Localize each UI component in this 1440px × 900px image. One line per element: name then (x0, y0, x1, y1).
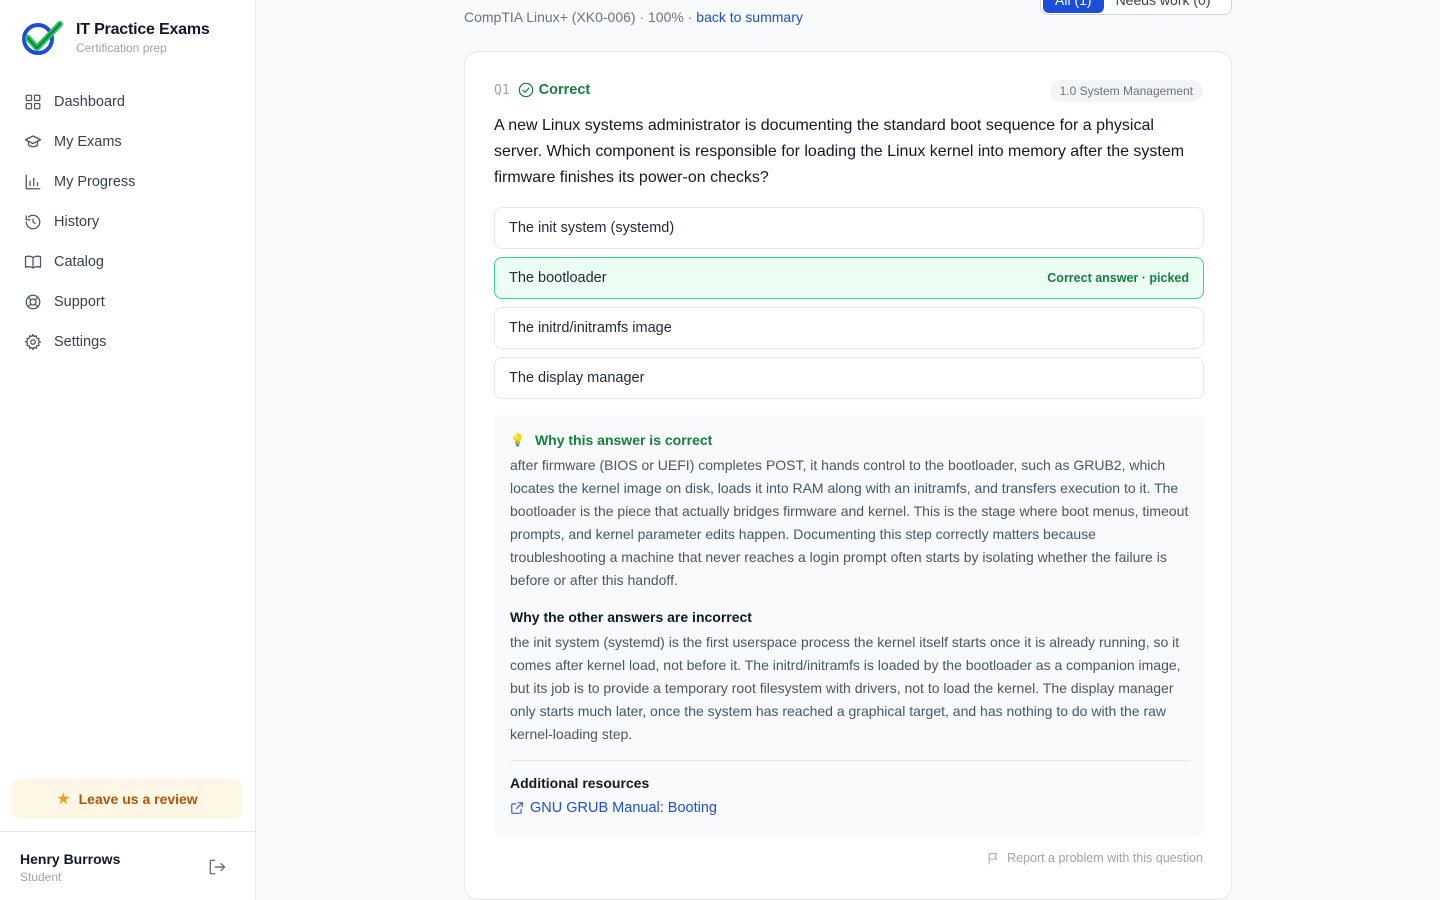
external-link-icon (511, 802, 523, 814)
correct-explanation-heading: 💡 Why this answer is correct (510, 432, 712, 448)
correct-explanation-text: after firmware (BIOS or UEFI) completes … (510, 457, 1189, 588)
question-text: A new Linux systems administrator is doc… (494, 117, 1185, 186)
sidebar-item-label: My Exams (54, 134, 122, 150)
answer-option-label: The display manager (509, 370, 645, 386)
answer-option-label: The init system (systemd) (509, 220, 675, 236)
resource-link[interactable]: GNU GRUB Manual: Booting (510, 800, 717, 816)
question-card: Q1 Correct 1.0 System Management A new L… (464, 51, 1232, 900)
exam-breadcrumb: CompTIA Linux+ (XK0-006) · 100% · back t… (464, 9, 803, 25)
bar-chart-icon (25, 174, 41, 190)
sidebar-item-label: History (54, 214, 100, 230)
answer-option-correct[interactable]: The bootloader Correct answer · picked (494, 257, 1204, 299)
exam-summary-text: CompTIA Linux+ (XK0-006) · 100% · (464, 9, 697, 25)
question-status: Correct (538, 82, 591, 98)
correct-heading-text: Why this answer is correct (534, 432, 713, 448)
user-name: Henry Burrows (20, 851, 121, 867)
correct-picked-badge: Correct answer · picked (1047, 271, 1189, 285)
sidebar-item-dashboard[interactable]: Dashboard (12, 82, 244, 122)
brand-logo-icon (20, 20, 64, 56)
leave-review-label: Leave us a review (78, 791, 198, 807)
answer-option[interactable]: The display manager (494, 357, 1204, 399)
sidebar-item-my-progress[interactable]: My Progress (12, 162, 244, 202)
sidebar-nav: Dashboard My Exams My Progress History C… (12, 82, 244, 362)
check-circle-icon (518, 82, 534, 98)
user-panel: Henry Burrows Student (0, 831, 255, 900)
explanation-panel: 💡 Why this answer is correct after firmw… (494, 415, 1204, 836)
answer-option-label: The initrd/initramfs image (509, 320, 672, 336)
sidebar-item-catalog[interactable]: Catalog (12, 242, 244, 282)
answer-option-label: The bootloader (509, 270, 607, 286)
sidebar-item-history[interactable]: History (12, 202, 244, 242)
brand[interactable]: IT Practice Exams Certification prep (20, 20, 210, 56)
domain-tag: 1.0 System Management (1049, 80, 1203, 102)
answer-option[interactable]: The init system (systemd) (494, 207, 1204, 249)
question-number: Q1 (494, 82, 510, 98)
sidebar-item-label: My Progress (54, 174, 136, 190)
question-header: Q1 Correct (494, 82, 590, 98)
incorrect-explanation-heading: Why the other answers are incorrect (510, 609, 752, 625)
resource-link-label: GNU GRUB Manual: Booting (530, 800, 717, 816)
filter-all-button[interactable]: All (1) (1043, 0, 1104, 13)
answer-option[interactable]: The initrd/initramfs image (494, 307, 1204, 349)
back-to-summary-link[interactable]: back to summary (696, 9, 803, 25)
report-problem-label: Report a problem with this question (1007, 851, 1203, 865)
sidebar-item-settings[interactable]: Settings (12, 322, 244, 362)
sidebar-item-label: Support (54, 294, 105, 310)
sidebar: IT Practice Exams Certification prep Das… (0, 0, 256, 900)
grid-icon (25, 94, 41, 110)
gear-icon (24, 333, 42, 351)
resources-heading: Additional resources (510, 775, 650, 791)
history-icon (25, 214, 41, 230)
user-role: Student (20, 870, 62, 884)
logout-button[interactable] (207, 857, 227, 877)
report-problem-link[interactable]: Report a problem with this question (987, 851, 1203, 865)
book-icon (24, 255, 42, 269)
star-icon: ★ (56, 791, 71, 808)
brand-title: IT Practice Exams (76, 21, 210, 38)
incorrect-explanation-text: the init system (systemd) is the first u… (510, 634, 1181, 742)
logout-icon (209, 859, 226, 875)
sidebar-item-label: Catalog (54, 254, 104, 270)
sidebar-item-support[interactable]: Support (12, 282, 244, 322)
leave-review-button[interactable]: ★ Leave us a review (12, 779, 242, 819)
lifebuoy-icon (25, 294, 41, 310)
filter-needs-work-button[interactable]: Needs work (0) (1104, 0, 1223, 13)
question-filter: All (1) Needs work (0) (1040, 0, 1232, 15)
sidebar-item-label: Dashboard (54, 94, 125, 110)
lightbulb-icon: 💡 (510, 433, 525, 447)
divider (510, 760, 1190, 761)
sidebar-item-my-exams[interactable]: My Exams (12, 122, 244, 162)
sidebar-item-label: Settings (54, 334, 107, 350)
flag-icon (988, 852, 998, 864)
graduation-cap-icon (24, 135, 42, 148)
brand-subtitle: Certification prep (76, 41, 167, 55)
